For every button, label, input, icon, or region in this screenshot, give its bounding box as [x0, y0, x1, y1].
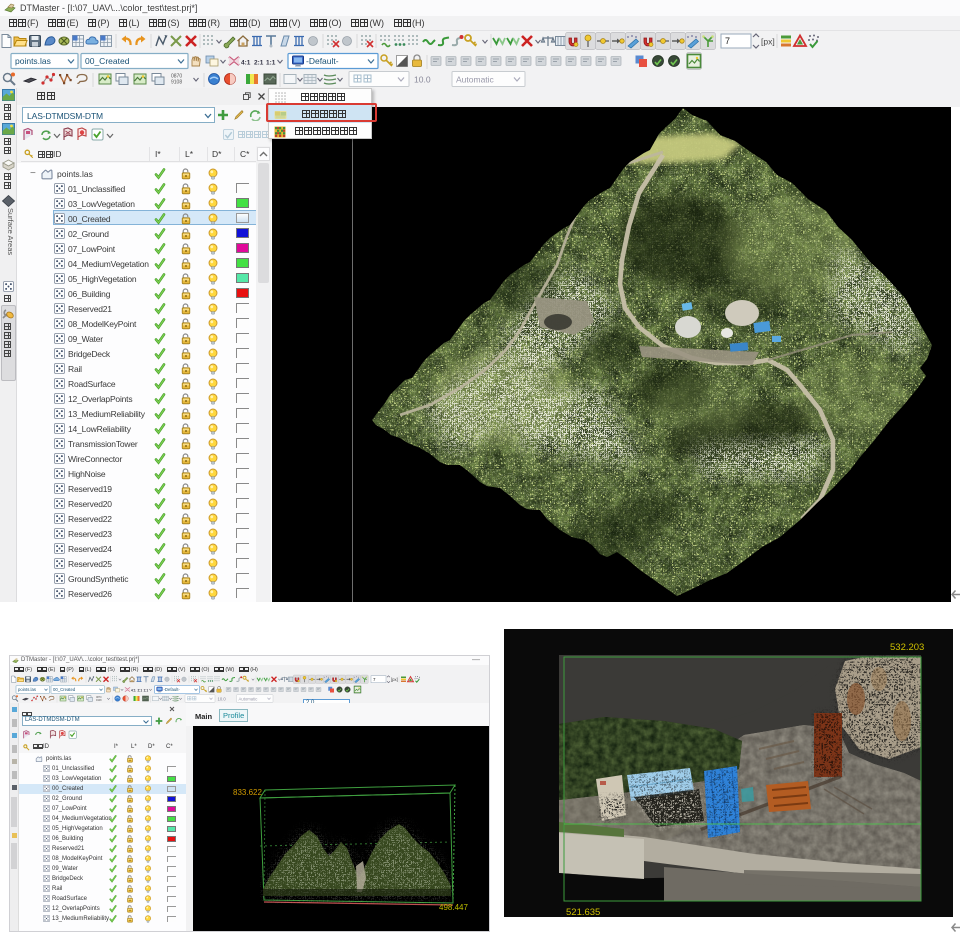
svg-text:833.622: 833.622 [233, 788, 262, 797]
svg-text:532.203: 532.203 [890, 642, 924, 653]
svg-text:521.635: 521.635 [566, 907, 600, 917]
svg-text:498.447: 498.447 [439, 903, 468, 912]
